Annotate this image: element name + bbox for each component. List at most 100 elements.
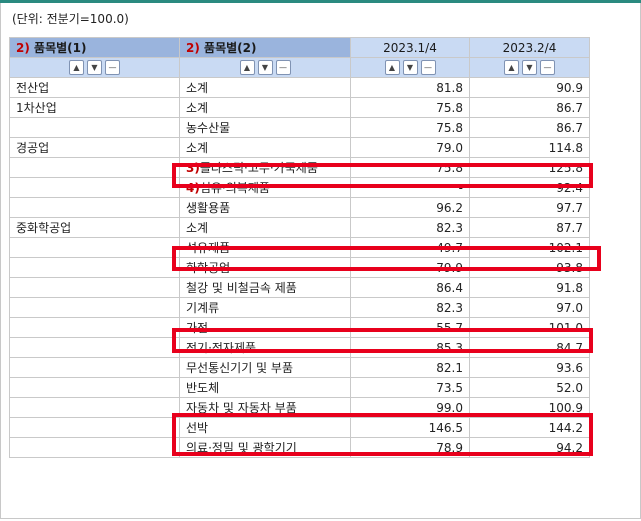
sort-button-group: ▲ ▼ — (239, 60, 291, 75)
value-cell-period-2: 100.9 (469, 397, 590, 418)
sort-reset-icon[interactable]: — (540, 60, 555, 75)
value-cell-period-1: 82.3 (350, 217, 470, 238)
value-cell-period-2: 84.7 (469, 337, 590, 358)
sort-reset-icon[interactable]: — (420, 60, 436, 75)
value-cell-period-2: 93.8 (469, 257, 590, 278)
table-row: 석유제품 49.7 102.1 (9, 237, 590, 258)
value-cell-period-2: 101.0 (469, 317, 590, 338)
row-label: 소계 (186, 101, 209, 115)
footnote-marker: 2) (16, 41, 30, 55)
sort-down-icon[interactable]: ▼ (257, 60, 273, 75)
row-category2: 화학공업 (179, 257, 351, 278)
header-category1[interactable]: 2) 품목별(1) (9, 37, 180, 58)
value-cell-period-2: 125.8 (469, 157, 590, 178)
row-category2: 소계 (179, 97, 351, 118)
table-row: 1차산업 소계 75.8 86.7 (9, 97, 590, 118)
value-cell-period-2: 97.7 (469, 197, 590, 218)
row-label: 소계 (186, 81, 209, 95)
table-row: 가전 55.7 101.0 (9, 317, 590, 338)
row-category2: 3)플라스틱·고무·가죽제품 (179, 157, 351, 178)
sort-down-icon[interactable]: ▼ (402, 60, 418, 75)
row-category1 (9, 297, 180, 318)
table-row: 농수산물 75.8 86.7 (9, 117, 590, 138)
row-category1 (9, 157, 180, 178)
sort-up-icon[interactable]: ▲ (69, 60, 84, 75)
row-label: 플라스틱·고무·가죽제품 (199, 161, 318, 175)
row-category2: 전기·전자제품 (179, 337, 351, 358)
value-cell-period-1: 82.3 (350, 297, 470, 318)
table-row: 4)섬유·의복제품 -92.4 (9, 177, 590, 198)
row-category2: 가전 (179, 317, 351, 338)
row-category1 (9, 117, 180, 138)
sort-up-icon[interactable]: ▲ (239, 60, 255, 75)
row-label: 소계 (186, 141, 209, 155)
table-row: 자동차 및 자동차 부품 99.0 100.9 (9, 397, 590, 418)
row-label: 의료·정밀 및 광학기기 (186, 441, 297, 455)
sort-controls-row: ▲ ▼ — ▲ ▼ — ▲ ▼ — ▲ ▼ — (9, 57, 590, 78)
header-period-2[interactable]: 2023.2/4 (469, 37, 590, 58)
data-table: 2) 품목별(1) 2) 품목별(2) 2023.1/4 2023.2/4 ▲ ▼… (9, 37, 590, 458)
value-cell-period-1: 96.2 (350, 197, 470, 218)
table-row: 중화학공업 소계 82.3 87.7 (9, 217, 590, 238)
sort-down-icon[interactable]: ▼ (522, 60, 537, 75)
value-cell-period-1: 86.4 (350, 277, 470, 298)
value-cell-period-2: 94.2 (469, 437, 590, 458)
row-label: 자동차 및 자동차 부품 (186, 401, 297, 415)
header-label: 품목별(1) (34, 41, 87, 55)
row-category2: 무선통신기기 및 부품 (179, 357, 351, 378)
row-category1 (9, 437, 180, 458)
value-cell-period-1: 82.1 (350, 357, 470, 378)
header-category2[interactable]: 2) 품목별(2) (179, 37, 351, 58)
value-cell-period-2: 52.0 (469, 377, 590, 398)
sort-cell: ▲ ▼ — (179, 57, 351, 78)
table-row: 반도체 73.5 52.0 (9, 377, 590, 398)
row-category2: 기계류 (179, 297, 351, 318)
value-cell-period-2: 91.8 (469, 277, 590, 298)
sort-up-icon[interactable]: ▲ (504, 60, 519, 75)
row-label: 무선통신기기 및 부품 (186, 361, 293, 375)
value-cell-period-1: 55.7 (350, 317, 470, 338)
value-cell-period-1: 75.8 (350, 97, 470, 118)
value-cell-period-2: 87.7 (469, 217, 590, 238)
table-row: 화학공업 79.9 93.8 (9, 257, 590, 278)
row-label: 농수산물 (186, 121, 231, 135)
sort-up-icon[interactable]: ▲ (384, 60, 400, 75)
sort-reset-icon[interactable]: — (275, 60, 291, 75)
row-category1: 1차산업 (9, 97, 180, 118)
row-label: 섬유·의복제품 (199, 181, 270, 195)
row-category1 (9, 357, 180, 378)
sort-button-group: ▲ ▼ — (504, 60, 555, 75)
sort-down-icon[interactable]: ▼ (87, 60, 102, 75)
row-category2: 자동차 및 자동차 부품 (179, 397, 351, 418)
row-category2: 철강 및 비철금속 제품 (179, 277, 351, 298)
header-row: 2) 품목별(1) 2) 품목별(2) 2023.1/4 2023.2/4 (9, 37, 590, 58)
value-cell-period-2: 92.4 (469, 177, 590, 198)
table-row: 전기·전자제품 85.3 84.7 (9, 337, 590, 358)
row-category2: 석유제품 (179, 237, 351, 258)
table-row: 경공업 소계 79.0 114.8 (9, 137, 590, 158)
table-row: 전산업 소계 81.8 90.9 (9, 77, 590, 98)
sort-reset-icon[interactable]: — (105, 60, 120, 75)
row-category2: 농수산물 (179, 117, 351, 138)
footnote-marker: 3) (186, 161, 200, 175)
row-category2: 반도체 (179, 377, 351, 398)
sort-button-group: ▲ ▼ — (384, 60, 436, 75)
sort-cell: ▲ ▼ — (350, 57, 470, 78)
table-row: 생활용품 96.2 97.7 (9, 197, 590, 218)
row-category1 (9, 337, 180, 358)
row-category1 (9, 177, 180, 198)
header-period-1[interactable]: 2023.1/4 (350, 37, 470, 58)
value-cell-period-2: 93.6 (469, 357, 590, 378)
value-cell-period-1: 79.0 (350, 137, 470, 158)
row-category1 (9, 197, 180, 218)
table-row: 철강 및 비철금속 제품 86.4 91.8 (9, 277, 590, 298)
row-label: 석유제품 (186, 241, 231, 255)
row-category1: 전산업 (9, 77, 180, 98)
row-category2: 생활용품 (179, 197, 351, 218)
unit-label: (단위: 전분기=100.0) (12, 12, 129, 26)
row-category2: 소계 (179, 77, 351, 98)
row-label: 철강 및 비철금속 제품 (186, 281, 297, 295)
value-cell-period-2: 114.8 (469, 137, 590, 158)
sort-button-group: ▲ ▼ — (69, 60, 120, 75)
table-row: 의료·정밀 및 광학기기 78.9 94.2 (9, 437, 590, 458)
